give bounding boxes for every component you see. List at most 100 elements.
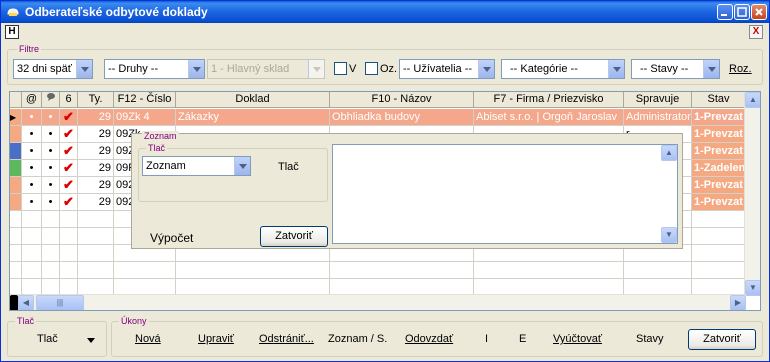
delete-button[interactable]: Odstrániť...: [259, 333, 314, 345]
empty-cell: [10, 211, 22, 228]
minimize-button[interactable]: [717, 4, 733, 20]
users-select[interactable]: -- Užívatelia --: [399, 59, 495, 79]
empty-cell: [692, 211, 746, 228]
cell-nazov: Obhliadka budovy: [330, 109, 474, 126]
import-button[interactable]: I: [485, 333, 488, 345]
new-button[interactable]: Nová: [135, 333, 161, 345]
oz-checkbox-label: Oz.: [380, 63, 398, 75]
popup-close-button[interactable]: Zatvoriť: [260, 226, 328, 247]
cell-stav: 1-Prevzat: [692, 194, 746, 211]
empty-cell: [42, 228, 60, 245]
cell-stav: 1-Prevzat: [692, 109, 746, 126]
print-dropdown-icon[interactable]: [87, 338, 97, 344]
empty-cell: [60, 245, 78, 262]
chevron-down-icon: [188, 60, 204, 78]
popup-label: Zoznam: [142, 131, 179, 141]
scroll-left-icon[interactable]: ◀: [18, 295, 34, 310]
filters-label: Filtre: [17, 44, 41, 54]
print-group-label: Tlač: [15, 316, 37, 326]
header-name[interactable]: F10 - Názov: [330, 92, 474, 108]
popup-list-select[interactable]: Zoznam: [142, 156, 251, 176]
comment-dot: •: [42, 126, 60, 143]
calc-label[interactable]: Výpočet: [150, 231, 193, 245]
cell-ty: 29: [78, 177, 114, 194]
memo-scroll-down-icon[interactable]: ▼: [661, 227, 677, 243]
header-indicator: [10, 92, 22, 108]
edit-button[interactable]: Upraviť: [198, 333, 234, 345]
header-manager[interactable]: Spravuje: [624, 92, 692, 108]
close-window-button[interactable]: Zatvoriť: [688, 329, 756, 350]
popup-list-value: Zoznam: [146, 160, 186, 172]
export-button[interactable]: E: [519, 333, 526, 345]
current-row-arrow-icon: ▶: [10, 113, 17, 122]
row-marker: [10, 177, 22, 194]
chevron-down-icon: [608, 60, 624, 78]
header-type[interactable]: Ty.: [78, 92, 114, 108]
empty-cell: [22, 228, 42, 245]
empty-cell: [60, 211, 78, 228]
empty-cell: [114, 262, 176, 279]
list-button[interactable]: Zoznam / S.: [328, 333, 387, 345]
states-select[interactable]: -- Stavy --: [631, 59, 720, 79]
comment-dot: •: [42, 177, 60, 194]
table-row[interactable]: ▶ • • ✔ 29 09Zk 4 Zákazky Obhliadka budovy Abise…: [10, 109, 760, 126]
vertical-scrollbar[interactable]: ▲ ▼: [744, 92, 760, 296]
header-state[interactable]: Stav: [692, 92, 746, 108]
title-bar[interactable]: Odberateľské odbytové doklady: [1, 1, 769, 23]
invoice-button[interactable]: Vyúčtovať: [553, 333, 602, 345]
scroll-right-icon[interactable]: ▶: [730, 295, 746, 310]
print-popup: Zoznam Tlač Zoznam Tlač Výpočet Zatvoriť…: [131, 131, 683, 249]
cell-stav: 1-Prevzat: [692, 126, 746, 143]
popup-memo[interactable]: ▲ ▼: [332, 144, 678, 244]
horizontal-scrollbar[interactable]: ◀ ||| ▶: [10, 294, 746, 310]
empty-cell: [10, 228, 22, 245]
v-checkbox-label: V: [349, 63, 357, 75]
header-comment[interactable]: [42, 92, 60, 108]
scroll-up-icon[interactable]: ▲: [745, 92, 760, 108]
check-icon: ✔: [60, 160, 78, 177]
states-button[interactable]: Stavy: [636, 333, 664, 345]
empty-cell: [10, 262, 22, 279]
cell-doklad: Zákazky: [176, 109, 330, 126]
chevron-down-icon: [76, 60, 92, 78]
maximize-button[interactable]: [734, 4, 750, 20]
header-6[interactable]: 6: [60, 92, 78, 108]
cell-cislo: 09Zk 4: [114, 109, 176, 126]
handover-button[interactable]: Odovzdať: [405, 333, 453, 345]
categories-select[interactable]: -- Kategórie --: [501, 59, 625, 79]
period-select[interactable]: 32 dni späť: [13, 59, 93, 79]
cell-stav: 1-Prevzat: [692, 143, 746, 160]
check-icon: ✔: [60, 177, 78, 194]
header-number[interactable]: F12 - Číslo: [114, 92, 176, 108]
empty-cell: [42, 262, 60, 279]
comment-dot: •: [42, 143, 60, 160]
scroll-left-marker: [10, 295, 18, 310]
chevron-down-icon: [234, 157, 250, 175]
check-icon: ✔: [60, 194, 78, 211]
memo-scroll-up-icon[interactable]: ▲: [661, 145, 677, 161]
menu-bar: H X: [1, 23, 769, 41]
scroll-thumb[interactable]: |||: [36, 295, 84, 310]
warehouse-value: 1 - Hlavný sklad: [211, 63, 290, 75]
v-checkbox[interactable]: [334, 62, 347, 75]
header-company[interactable]: F7 - Firma / Priezvisko: [474, 92, 624, 108]
print-button[interactable]: Tlač: [37, 333, 58, 345]
popup-print-label: Tlač: [146, 143, 168, 153]
help-button[interactable]: H: [5, 25, 19, 39]
inner-close-button[interactable]: X: [749, 25, 763, 39]
header-document[interactable]: Doklad: [176, 92, 330, 108]
header-attach[interactable]: @: [22, 92, 42, 108]
scroll-down-icon[interactable]: ▼: [745, 280, 760, 296]
check-icon: ✔: [60, 126, 78, 143]
oz-checkbox[interactable]: [365, 62, 378, 75]
close-button[interactable]: [751, 4, 767, 20]
kinds-select[interactable]: -- Druhy --: [104, 59, 205, 79]
users-value: -- Užívatelia --: [403, 63, 473, 75]
popup-print-text[interactable]: Tlač: [278, 161, 299, 173]
cell-ty: 29: [78, 143, 114, 160]
window-title: Odberateľské odbytové doklady: [25, 5, 208, 19]
empty-cell: [42, 211, 60, 228]
attach-dot: •: [22, 194, 42, 211]
empty-cell: [60, 228, 78, 245]
roz-link[interactable]: Roz.: [729, 63, 752, 75]
